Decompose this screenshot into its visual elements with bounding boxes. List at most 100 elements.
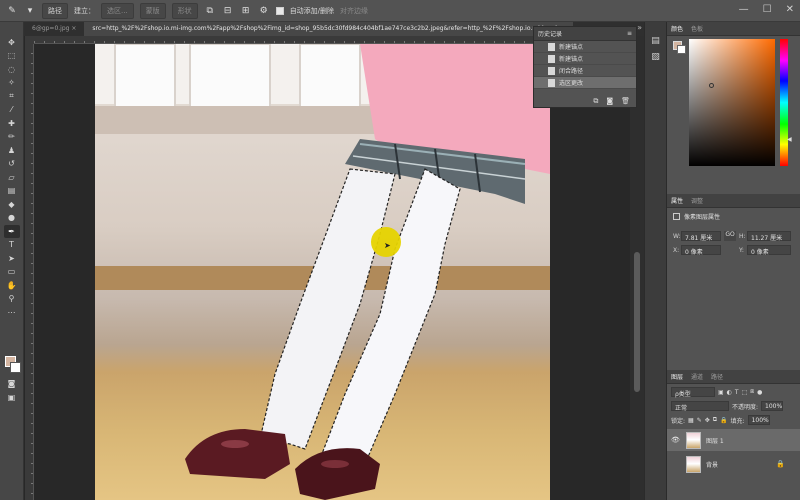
path-selection-tool-icon[interactable]: ➤ [4,252,20,265]
history-item[interactable]: 新建锚点 [534,53,636,65]
link-dimensions-icon[interactable]: GO [724,231,736,241]
auto-add-delete-checkbox[interactable] [275,6,284,15]
history-panel-icon[interactable]: ▤ [651,36,660,46]
tab-color[interactable]: 颜色 [671,24,683,33]
selection-button[interactable]: 选区... [101,2,134,19]
filter-adjustment-icon[interactable]: ◐ [727,389,732,396]
lock-pixels-icon[interactable]: ✎ [697,417,702,424]
layer-name[interactable]: 图层 1 [706,436,724,445]
history-item[interactable]: 选区更改 [534,77,636,89]
rectangle-tool-icon[interactable]: ▭ [4,266,20,279]
pen-tool-icon[interactable]: ✒ [3,225,20,238]
type-tool-icon[interactable]: T [4,239,20,252]
pen-tool-icon[interactable]: ✎ [6,5,18,17]
shape-button[interactable]: 形状 [171,2,198,19]
layer-kind-filter[interactable]: ρ类型 [671,387,715,398]
history-panel-title[interactable]: 历史记录 [538,29,562,38]
x-field[interactable]: 0 像素 [681,245,721,256]
history-item[interactable]: 新建锚点 [534,41,636,53]
maximize-icon[interactable]: ☐ [763,4,772,15]
blend-mode-select[interactable]: 正常 [671,401,729,412]
filter-shape-icon[interactable]: ⬚ [742,389,748,396]
history-panel-header: 历史记录 ≡ [534,27,636,41]
clone-stamp-tool-icon[interactable]: ♟ [4,144,20,157]
dodge-tool-icon[interactable]: ● [4,212,20,225]
layer-row[interactable]: 背景 🔒 [667,453,800,475]
filter-toggle-icon[interactable]: ● [757,389,762,396]
eyedropper-tool-icon[interactable]: ⁄ [4,104,20,117]
brush-tool-icon[interactable]: ✏ [4,131,20,144]
color-panel: ◀ [667,36,800,194]
layer-name[interactable]: 背景 [706,460,718,469]
eye-icon[interactable]: 👁 [671,436,681,444]
eraser-tool-icon[interactable]: ▱ [4,171,20,184]
trash-icon[interactable]: 🗑 [621,97,630,105]
path-operations-icon[interactable]: ⧉ [204,5,216,17]
quick-select-tool-icon[interactable]: ✧ [4,77,20,90]
opacity-field[interactable]: 100% [761,401,784,411]
mode-select[interactable]: 路径 [42,2,68,19]
chevron-down-icon[interactable]: ▾ [24,5,36,17]
y-field[interactable]: 0 像素 [747,245,791,256]
quick-mask-icon[interactable]: ◙ [4,378,20,391]
lock-all-icon[interactable]: 🔒 [720,417,727,424]
crop-tool-icon[interactable]: ⌗ [4,90,20,103]
marquee-tool-icon[interactable]: ⬚ [4,50,20,63]
history-item[interactable]: 闭合路径 [534,65,636,77]
color-picker-marker[interactable] [709,83,714,88]
align-edges-label[interactable]: 对齐边缘 [340,6,368,16]
lock-transparency-icon[interactable]: ▦ [688,417,694,424]
scrollbar-thumb[interactable] [634,252,640,392]
gear-icon[interactable]: ⚙ [258,5,270,17]
history-panel: 历史记录 ≡ 新建锚点 新建锚点 闭合路径 选区更改 ⧉ ◙ 🗑 [533,26,637,108]
blur-tool-icon[interactable]: ◆ [4,198,20,211]
path-alignment-icon[interactable]: ⊟ [222,5,234,17]
color-picker-field[interactable] [689,39,775,166]
color-panel-tabs: 颜色 色板 [667,22,800,36]
document-icon [548,66,555,75]
properties-panel: 像素图层属性 W: 7.81 厘米 GO H: 11.27 厘米 X: 0 像素… [667,194,800,372]
lock-position-icon[interactable]: ✥ [705,417,710,424]
filter-smart-object-icon[interactable]: ⧈ [750,388,754,396]
tab-doc-2[interactable]: src=http_%2F%2Fshop.io.mi-img.com%2Fapp%… [84,22,573,36]
properties-panel-icon[interactable]: ▧ [651,52,660,62]
background-color-swatch[interactable] [10,362,21,373]
panel-menu-icon[interactable]: ≡ [627,30,632,37]
hue-slider[interactable] [780,39,788,166]
camera-icon[interactable]: ◙ [606,97,613,105]
layer-row[interactable]: 👁 图层 1 [667,429,800,451]
tab-channels[interactable]: 通道 [691,372,703,381]
color-panel-background-swatch[interactable] [677,45,686,54]
filter-pixel-icon[interactable]: ▣ [718,389,724,396]
move-tool-icon[interactable]: ✥ [4,36,20,49]
lock-icon[interactable]: 🔒 [776,460,785,468]
properties-title: 像素图层属性 [673,212,720,221]
width-field[interactable]: 7.81 厘米 [681,231,721,242]
more-tools-icon[interactable]: ⋯ [4,306,20,319]
new-document-from-state-icon[interactable]: ⧉ [593,97,598,106]
filter-type-icon[interactable]: T [735,389,739,396]
hue-slider-arrow-icon[interactable]: ◀ [787,136,792,143]
mask-button[interactable]: 蒙版 [139,2,166,19]
history-brush-tool-icon[interactable]: ↺ [4,158,20,171]
path-arrangement-icon[interactable]: ⊞ [240,5,252,17]
height-field[interactable]: 11.27 厘米 [747,231,791,242]
screen-mode-icon[interactable]: ▣ [4,391,20,404]
hand-tool-icon[interactable]: ✋ [4,279,20,292]
ruler-corner [25,36,34,44]
tab-paths[interactable]: 路径 [711,372,723,381]
minimize-icon[interactable]: — [739,4,749,15]
tab-doc-1[interactable]: 6@gp=0.jpg × [24,22,84,36]
document-image[interactable] [95,44,550,500]
lock-artboard-icon[interactable]: ⧉ [713,416,717,424]
gradient-tool-icon[interactable]: ▤ [4,185,20,198]
lasso-tool-icon[interactable]: ◌ [4,63,20,76]
zoom-tool-icon[interactable]: ⚲ [4,293,20,306]
opacity-label: 不透明度: [732,403,759,411]
tab-swatches[interactable]: 色板 [691,24,703,33]
photo-illustration [95,44,550,500]
tab-layers[interactable]: 图层 [671,372,683,381]
healing-brush-tool-icon[interactable]: ✚ [4,117,20,130]
close-icon[interactable]: ✕ [786,4,794,15]
fill-field[interactable]: 100% [747,415,770,425]
